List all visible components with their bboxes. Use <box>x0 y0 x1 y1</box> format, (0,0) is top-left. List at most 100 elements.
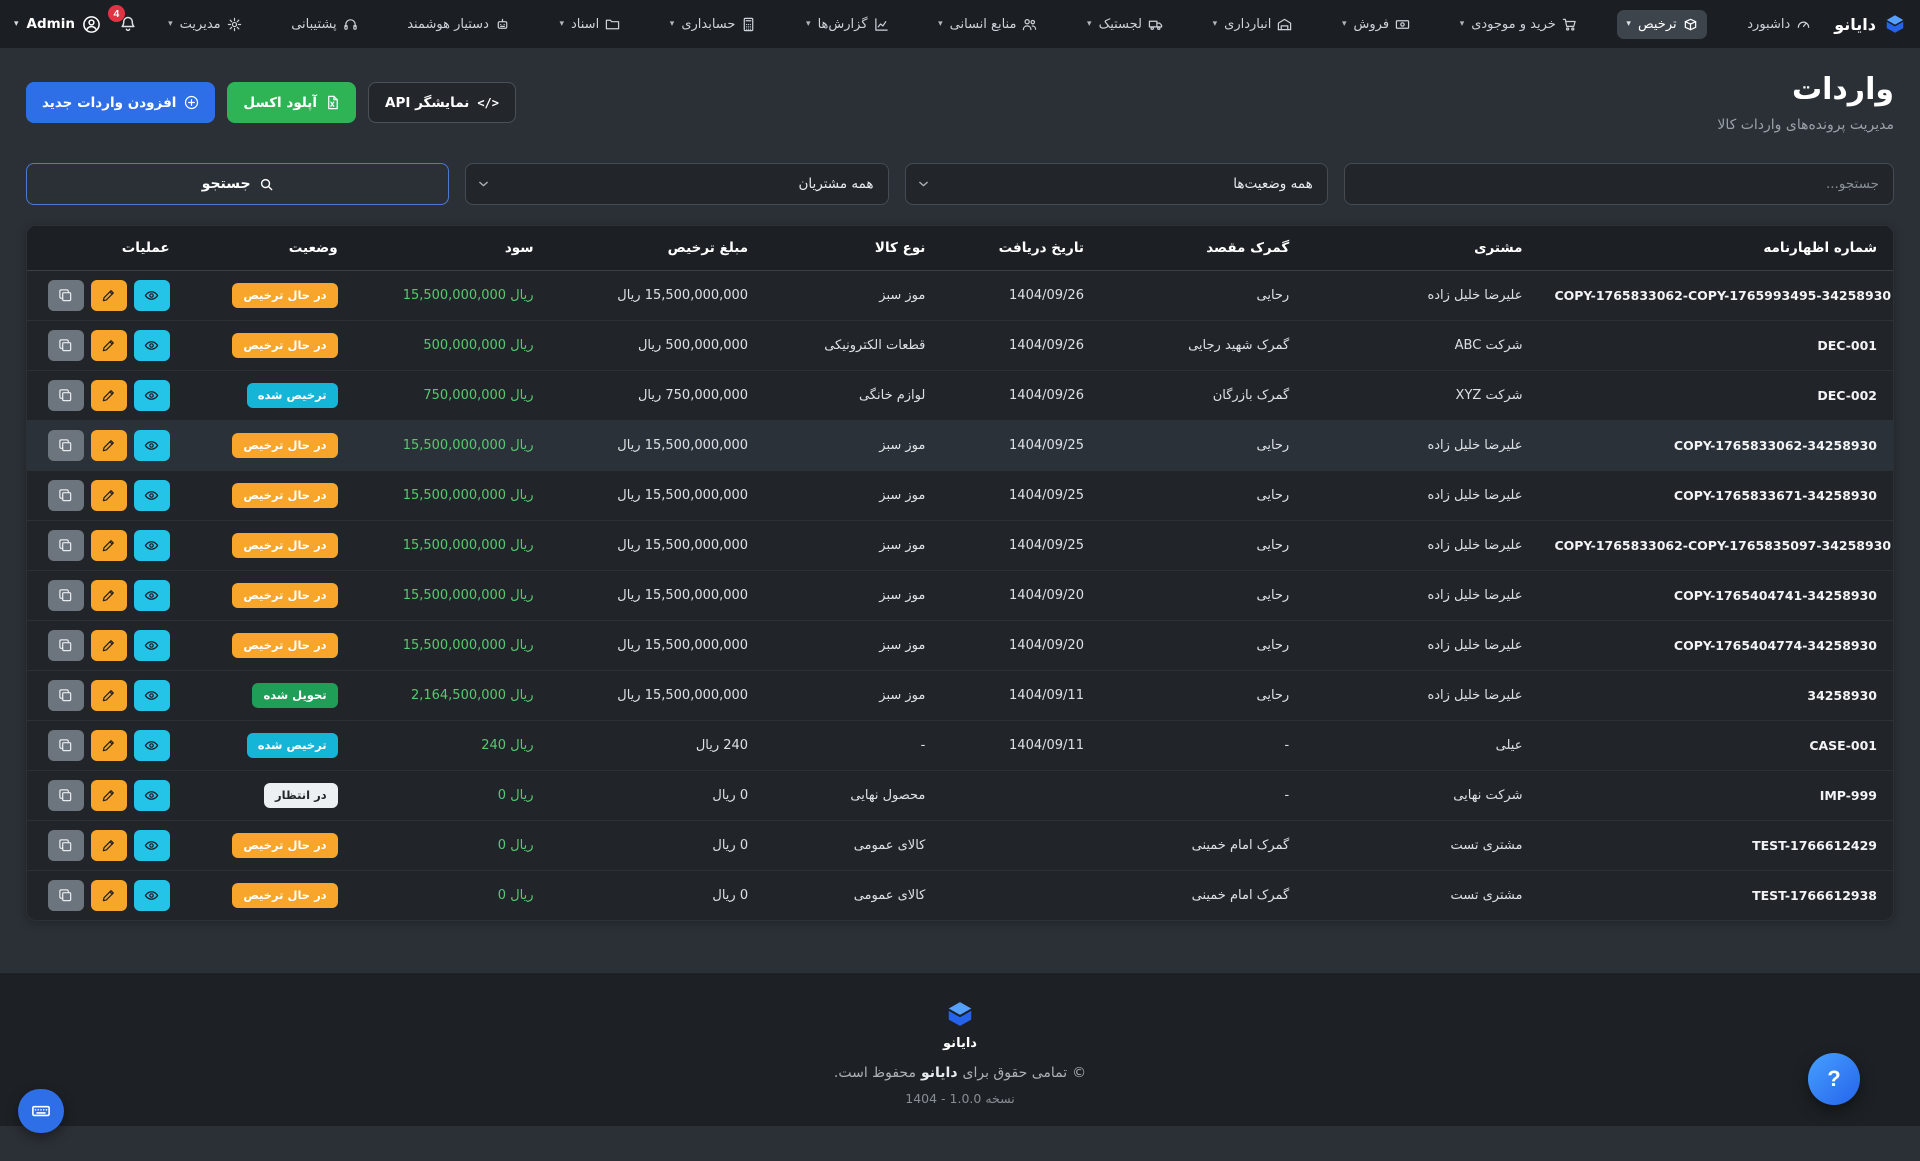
view-button[interactable] <box>134 330 170 361</box>
nav-item-label: منابع انسانی <box>950 17 1017 32</box>
edit-button[interactable] <box>91 680 127 711</box>
page-header: واردات مدیریت پرونده‌های واردات کالا </>… <box>26 72 1894 133</box>
cart-icon <box>1562 17 1577 32</box>
nav-item-sales[interactable]: فروش▾ <box>1333 10 1419 39</box>
search-input[interactable] <box>1344 163 1894 205</box>
search-button[interactable]: جستجو <box>26 163 449 205</box>
view-button[interactable] <box>134 880 170 911</box>
view-button[interactable] <box>134 430 170 461</box>
copy-button[interactable] <box>48 830 84 861</box>
row-actions <box>43 430 170 461</box>
footer-version: 1404 - نسخه 1.0.0 <box>0 1091 1920 1106</box>
status-badge: در حال ترخیص <box>232 283 337 307</box>
nav-item-label: گزارش‌ها <box>818 17 868 32</box>
pencil-icon <box>101 488 116 503</box>
edit-button[interactable] <box>91 730 127 761</box>
view-button[interactable] <box>134 730 170 761</box>
plus-circle-icon <box>184 95 199 110</box>
edit-button[interactable] <box>91 480 127 511</box>
status-filter: همه وضعیت‌ها <box>905 163 1328 205</box>
cell-amount: 15,500,000,000 ریال <box>550 271 765 321</box>
edit-button[interactable] <box>91 880 127 911</box>
cell-profit: 240 ریال <box>354 721 550 771</box>
nav-item-label: فروش <box>1354 17 1390 32</box>
copy-button[interactable] <box>48 330 84 361</box>
nav-item-purchasing-inventory[interactable]: خرید و موجودی▾ <box>1451 10 1586 39</box>
brand[interactable]: دایانو <box>1834 13 1906 35</box>
copyright-text-before: تمامی حقوق برای <box>963 1065 1068 1081</box>
add-import-button[interactable]: افزودن واردات جدید <box>26 82 215 123</box>
status-badge: در حال ترخیص <box>232 333 337 357</box>
cell-goods: موز سبز <box>764 671 941 721</box>
view-button[interactable] <box>134 780 170 811</box>
copy-button[interactable] <box>48 380 84 411</box>
nav-item-dashboard[interactable]: داشبورد <box>1738 10 1820 39</box>
code-icon: </> <box>477 96 499 110</box>
notification-badge: 4 <box>108 5 125 22</box>
cell-profit: 15,500,000,000 ریال <box>354 421 550 471</box>
cell-customs: رحایی <box>1100 421 1305 471</box>
api-viewer-button[interactable]: </> نمایشگر API <box>368 82 516 123</box>
cell-date <box>941 771 1100 821</box>
nav-item-label: اسناد <box>571 17 599 32</box>
edit-button[interactable] <box>91 830 127 861</box>
cell-date <box>941 821 1100 871</box>
view-button[interactable] <box>134 580 170 611</box>
cell-status: در حال ترخیص <box>186 271 354 321</box>
edit-button[interactable] <box>91 630 127 661</box>
view-button[interactable] <box>134 680 170 711</box>
nav-item-warehousing[interactable]: انبارداری▾ <box>1204 10 1302 39</box>
nav-item-management[interactable]: مدیریت▾ <box>159 10 251 39</box>
user-menu-button[interactable]: Admin ▾ <box>14 15 101 34</box>
copy-button[interactable] <box>48 580 84 611</box>
cell-amount: 750,000,000 ریال <box>550 371 765 421</box>
nav-item-accounting[interactable]: حسابداری▾ <box>661 10 766 39</box>
nav-item-support[interactable]: پشتیبانی <box>282 10 366 39</box>
footer-logo: دایانو <box>0 999 1920 1051</box>
nav-item-logistics[interactable]: لجستیک▾ <box>1078 10 1172 39</box>
view-button[interactable] <box>134 280 170 311</box>
edit-button[interactable] <box>91 530 127 561</box>
view-button[interactable] <box>134 630 170 661</box>
view-button[interactable] <box>134 830 170 861</box>
edit-button[interactable] <box>91 280 127 311</box>
copy-button[interactable] <box>48 280 84 311</box>
copy-button[interactable] <box>48 630 84 661</box>
copy-button[interactable] <box>48 730 84 761</box>
customer-select[interactable]: همه مشتریان <box>465 163 888 205</box>
nav-item-smart-assistant[interactable]: دستیار هوشمند <box>398 10 519 39</box>
edit-button[interactable] <box>91 430 127 461</box>
edit-button[interactable] <box>91 330 127 361</box>
copy-button[interactable] <box>48 780 84 811</box>
copy-button[interactable] <box>48 480 84 511</box>
copy-button[interactable] <box>48 430 84 461</box>
cell-amount: 15,500,000,000 ریال <box>550 621 765 671</box>
edit-button[interactable] <box>91 380 127 411</box>
cell-amount: 15,500,000,000 ریال <box>550 521 765 571</box>
cell-customer: شرکت ABC <box>1305 321 1538 371</box>
row-actions <box>43 830 170 861</box>
cell-customs: رحایی <box>1100 521 1305 571</box>
eye-icon <box>144 388 159 403</box>
copy-button[interactable] <box>48 530 84 561</box>
view-button[interactable] <box>134 480 170 511</box>
chevron-down-icon: ▾ <box>168 19 173 29</box>
chat-widget-button[interactable] <box>18 1089 64 1133</box>
nav-item-clearance[interactable]: ترخیص▾ <box>1617 10 1706 39</box>
view-button[interactable] <box>134 380 170 411</box>
notifications-button[interactable]: 4 <box>117 13 139 35</box>
status-select[interactable]: همه وضعیت‌ها <box>905 163 1328 205</box>
nav-item-human-resources[interactable]: منابع انسانی▾ <box>929 10 1046 39</box>
copy-button[interactable] <box>48 680 84 711</box>
nav-item-documents[interactable]: اسناد▾ <box>550 10 629 39</box>
help-button[interactable]: ? <box>1808 1053 1860 1105</box>
chevron-down-icon: ▾ <box>1087 19 1092 29</box>
eye-icon <box>144 338 159 353</box>
cell-customer: علیرضا خلیل زاده <box>1305 471 1538 521</box>
edit-button[interactable] <box>91 580 127 611</box>
edit-button[interactable] <box>91 780 127 811</box>
copy-button[interactable] <box>48 880 84 911</box>
upload-excel-button[interactable]: آپلود اکسل <box>227 82 356 123</box>
nav-item-reports[interactable]: گزارش‌ها▾ <box>797 10 897 39</box>
view-button[interactable] <box>134 530 170 561</box>
